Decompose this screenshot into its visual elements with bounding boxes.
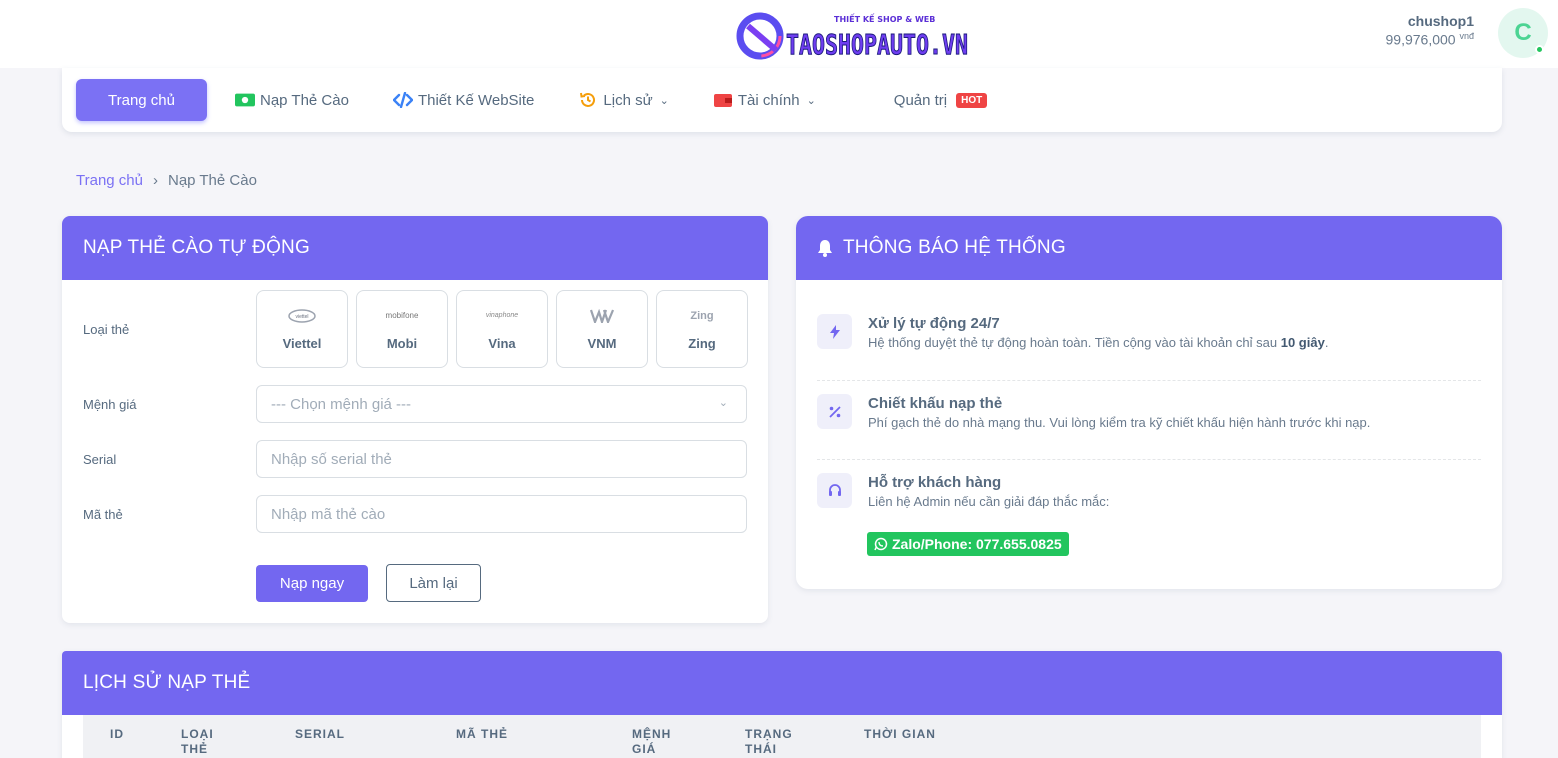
nav-finance-label: Tài chính (737, 91, 800, 109)
user-info[interactable]: chushop1 99,976,000 vnđ (1386, 13, 1474, 48)
telco-name: VNM (587, 335, 617, 351)
bolt-icon (817, 314, 852, 349)
notice-item-desc: Hệ thống duyệt thẻ tự động hoàn toàn. Ti… (868, 335, 1329, 350)
telco-name: Viettel (282, 335, 322, 351)
notice-item-title: Chiết khấu nạp thẻ (868, 395, 1003, 412)
nav-finance[interactable]: Tài chính ⌄ (699, 79, 830, 121)
column-header: MỆNH GIÁ (632, 727, 672, 756)
top-bar: THIẾT KẾ SHOP & WEB TAOSHOPAUTO.VN chush… (0, 0, 1558, 68)
whatsapp-icon (874, 537, 888, 551)
mobifone-logo: mobifone (385, 311, 419, 320)
notice-item-desc: Liên hệ Admin nếu cần giải đáp thắc mắc: (868, 494, 1110, 509)
viettel-logo: viettel (288, 308, 316, 324)
column-header: MÃ THẺ (456, 727, 508, 741)
nav-website-design-label: Thiết Kế WebSite (417, 91, 535, 109)
chevron-down-icon: ⌄ (806, 94, 816, 107)
balance-amount: 99,976,000 (1385, 31, 1456, 48)
nav-home-label: Trang chủ (108, 91, 175, 109)
username: chushop1 (1407, 13, 1474, 29)
currency: vnđ (1459, 31, 1474, 41)
reset-button[interactable]: Làm lại (386, 564, 481, 602)
nav-history[interactable]: Lịch sử ⌄ (564, 79, 682, 121)
notice-item-title: Xử lý tự động 24/7 (868, 315, 1000, 332)
code-label: Mã thẻ (83, 507, 123, 522)
wallet-icon (713, 90, 733, 110)
nav-topup-label: Nạp Thẻ Cào (260, 91, 349, 109)
logo-text: TAOSHOPAUTO.VN (786, 28, 968, 61)
column-header: SERIAL (295, 727, 346, 741)
telco-option-zing[interactable]: Zing Zing (656, 290, 748, 368)
notice-item: Chiết khấu nạp thẻ Phí gạch thẻ do nhà m… (817, 394, 1481, 430)
serial-input[interactable]: Nhập số serial thẻ (256, 440, 747, 478)
chevron-down-icon: ⌄ (659, 94, 669, 107)
telco-name: Mobi (386, 335, 418, 351)
online-status-dot (1535, 45, 1544, 54)
column-header: THỜI GIAN (864, 727, 936, 741)
breadcrumb-current: Nạp Thẻ Cào (167, 172, 257, 189)
notice-card: THÔNG BÁO HỆ THỐNG Xử lý tự động 24/7 Hệ… (796, 216, 1502, 589)
nav-admin[interactable]: Quản trị HOT (880, 79, 1001, 121)
column-header: LOẠI THẺ (181, 727, 214, 756)
nav-history-label: Lịch sử (603, 91, 653, 109)
divider (817, 380, 1481, 381)
site-logo[interactable]: THIẾT KẾ SHOP & WEB TAOSHOPAUTO.VN (736, 6, 972, 62)
card-type-label: Loại thẻ (83, 322, 130, 337)
chevron-down-icon: ⌄ (718, 397, 728, 409)
notice-item-title: Hỗ trợ khách hàng (868, 474, 1002, 491)
amount-label: Mệnh giá (83, 397, 137, 412)
telco-name: Vina (488, 335, 516, 351)
zing-logo: Zing (690, 309, 714, 322)
telco-name: Zing (688, 335, 716, 351)
serial-label: Serial (83, 452, 117, 467)
zalo-contact-text: Zalo/Phone: 077.655.0825 (892, 536, 1062, 552)
history-icon (578, 90, 598, 110)
nav-website-design[interactable]: Thiết Kế WebSite (379, 79, 548, 121)
telco-options: viettel Viettel mobifone Mobi vinaphone … (256, 290, 748, 368)
avatar[interactable]: C (1498, 8, 1548, 58)
logo-graphic: THIẾT KẾ SHOP & WEB TAOSHOPAUTO.VN (736, 12, 969, 62)
history-card-title: LỊCH SỬ NẠP THẺ (62, 651, 1502, 715)
bell-icon (817, 239, 833, 257)
telco-option-vnm[interactable]: VNM (556, 290, 648, 368)
history-table-header: ID LOẠI THẺ SERIAL MÃ THẺ MỆNH GIÁ TRẠNG… (83, 715, 1481, 758)
vietnamobile-logo (590, 308, 614, 324)
column-header: ID (110, 727, 124, 741)
main-nav: Trang chủ Nạp Thẻ Cào Thiết Kế WebSite L… (62, 68, 1502, 132)
topup-card-title: NẠP THẺ CÀO TỰ ĐỘNG (62, 216, 768, 280)
nav-home[interactable]: Trang chủ (76, 79, 207, 121)
svg-text:viettel: viettel (295, 314, 308, 320)
telco-option-vina[interactable]: vinaphone Vina (456, 290, 548, 368)
notice-item-desc: Phí gạch thẻ do nhà mạng thu. Vui lòng k… (868, 415, 1371, 430)
money-icon (235, 90, 255, 110)
notice-card-header: THÔNG BÁO HỆ THỐNG (796, 216, 1502, 280)
balance: 99,976,000 vnđ (1386, 31, 1474, 48)
submit-button[interactable]: Nạp ngay (256, 565, 368, 602)
percent-icon (817, 394, 852, 429)
telco-option-viettel[interactable]: viettel Viettel (256, 290, 348, 368)
notice-item: Xử lý tự động 24/7 Hệ thống duyệt thẻ tự… (817, 314, 1481, 350)
breadcrumb: Trang chủ › Nạp Thẻ Cào (76, 172, 257, 189)
history-card: LỊCH SỬ NẠP THẺ ID LOẠI THẺ SERIAL MÃ TH… (62, 651, 1502, 758)
divider (817, 459, 1481, 460)
hot-badge: HOT (956, 92, 988, 108)
headset-icon (817, 473, 852, 508)
amount-select[interactable]: --- Chọn mệnh giá --- ⌄ (256, 385, 747, 423)
avatar-letter: C (1514, 19, 1532, 46)
code-icon (392, 90, 413, 110)
notice-card-title: THÔNG BÁO HỆ THỐNG (843, 237, 1066, 258)
telco-option-mobi[interactable]: mobifone Mobi (356, 290, 448, 368)
zalo-contact-button[interactable]: Zalo/Phone: 077.655.0825 (867, 532, 1069, 556)
breadcrumb-separator: › (152, 172, 158, 189)
column-header: TRẠNG THÁI (745, 727, 793, 756)
topup-card: NẠP THẺ CÀO TỰ ĐỘNG Loại thẻ viettel Vie… (62, 216, 768, 623)
nav-topup[interactable]: Nạp Thẻ Cào (221, 79, 363, 121)
nav-admin-label: Quản trị (893, 91, 948, 109)
breadcrumb-home[interactable]: Trang chủ (76, 172, 143, 189)
card-code-input[interactable]: Nhập mã thẻ cào (256, 495, 747, 533)
logo-tagline: THIẾT KẾ SHOP & WEB (834, 12, 935, 24)
amount-select-value: --- Chọn mệnh giá --- (271, 395, 412, 413)
vinaphone-logo: vinaphone (485, 312, 519, 319)
notice-item: Hỗ trợ khách hàng Liên hệ Admin nếu cần … (817, 473, 1481, 509)
